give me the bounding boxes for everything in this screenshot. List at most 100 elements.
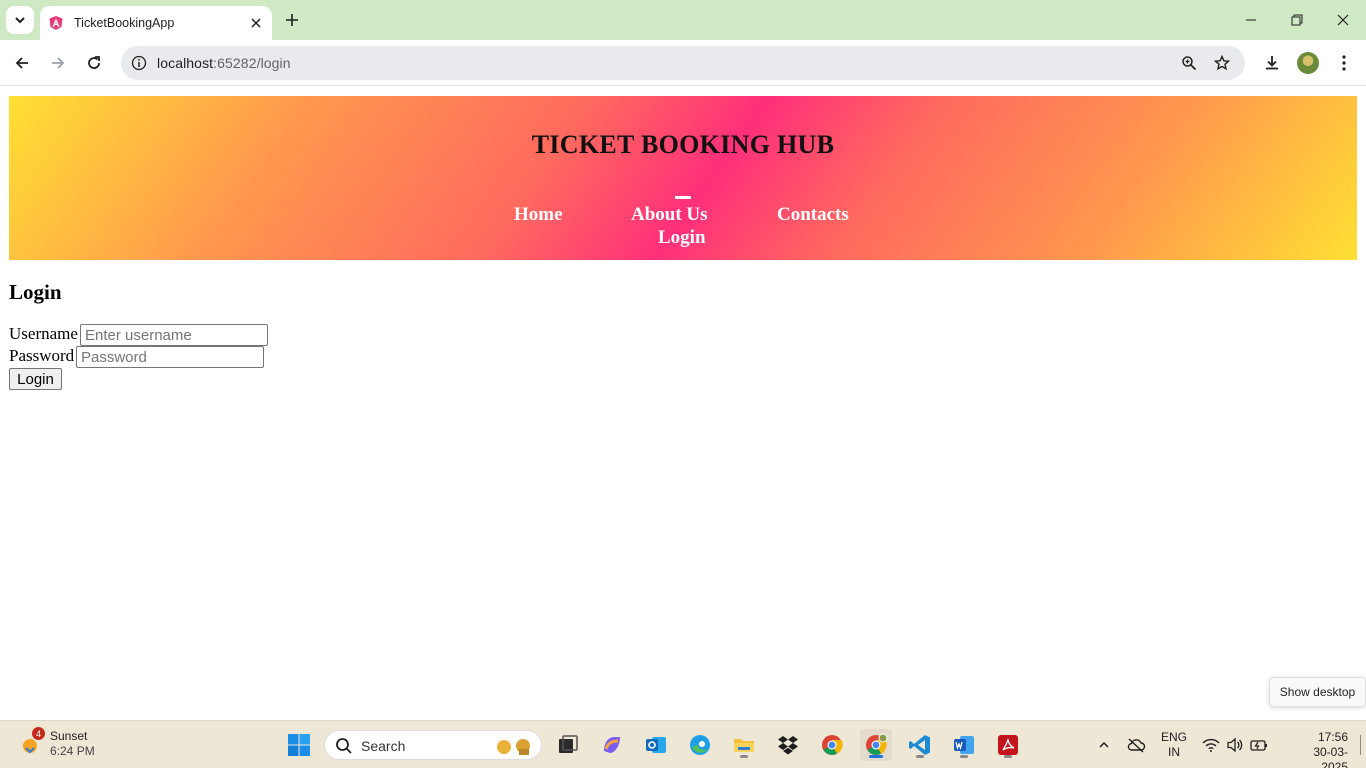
show-desktop-tooltip: Show desktop [1269, 677, 1366, 707]
restore-button[interactable] [1282, 6, 1312, 34]
restore-icon [1291, 14, 1303, 26]
nav-link-contacts[interactable]: Contacts [777, 204, 849, 226]
folder-icon [734, 739, 754, 752]
url-text: localhost:65282/login [157, 55, 291, 71]
weather-text: Sunset 6:24 PM [50, 729, 95, 759]
vscode-icon [909, 735, 930, 755]
chevron-down-icon [15, 17, 25, 24]
star-icon [1214, 55, 1230, 71]
active-indicator [869, 755, 883, 758]
search-icon [336, 738, 352, 754]
site-title: TICKET BOOKING HUB [531, 130, 835, 159]
browser-tab-active[interactable]: TicketBookingApp [40, 6, 272, 40]
minimize-icon [1246, 19, 1256, 21]
edge-app[interactable] [684, 729, 716, 761]
username-input[interactable] [80, 324, 268, 346]
volume-tray[interactable] [1224, 734, 1246, 756]
tab-close-button[interactable] [248, 15, 264, 31]
url-path: :65282/login [213, 55, 291, 71]
language-indicator[interactable]: ENG IN [1160, 730, 1188, 760]
wifi-icon [1202, 738, 1220, 752]
copilot-app[interactable] [596, 729, 628, 761]
notification-badge: 4 [32, 727, 45, 740]
forward-button[interactable] [44, 49, 72, 77]
language-code: ENG [1160, 730, 1187, 744]
close-window-button[interactable] [1328, 6, 1358, 34]
outlook-app[interactable] [640, 729, 672, 761]
show-desktop-button[interactable] [1360, 735, 1361, 755]
word-app[interactable] [948, 729, 980, 761]
download-icon [1266, 56, 1278, 70]
minimize-button[interactable] [1236, 6, 1266, 34]
profile-button[interactable] [1294, 49, 1322, 77]
vscode-app[interactable] [904, 729, 936, 761]
arrow-right-icon [52, 57, 65, 69]
taskbar-search[interactable]: Search [324, 730, 542, 760]
task-view-icon [559, 735, 578, 753]
nav-link-about-us[interactable]: About Us [631, 204, 708, 226]
chevron-up-icon [1099, 741, 1109, 748]
cloud-offline-icon [1127, 738, 1146, 753]
new-tab-button[interactable] [280, 8, 304, 32]
show-hidden-icons-button[interactable] [1093, 734, 1115, 756]
site-info-icon [131, 55, 147, 71]
address-bar[interactable]: localhost:65282/login [121, 46, 1245, 80]
clock-time: 17:56 [1317, 730, 1348, 744]
start-button[interactable] [283, 729, 315, 761]
running-indicator [960, 755, 968, 758]
nav-link-home[interactable]: Home [514, 204, 563, 226]
browser-toolbar: localhost:65282/login [0, 40, 1366, 86]
taskbar-clock[interactable]: 17:56 30-03-2025 [1304, 730, 1348, 768]
chrome-profile-app-active[interactable] [860, 729, 892, 761]
dropbox-icon [778, 736, 798, 755]
running-indicator [1004, 755, 1012, 758]
running-indicator [916, 755, 924, 758]
chrome-app[interactable] [816, 729, 848, 761]
dropbox-app[interactable] [772, 729, 804, 761]
arrow-left-icon [15, 57, 28, 69]
reload-icon [88, 56, 100, 69]
browser-tab-bar: TicketBookingApp [0, 0, 1366, 40]
running-indicator [740, 755, 748, 758]
file-explorer-app[interactable] [728, 729, 760, 761]
windows-logo-icon [288, 734, 310, 756]
login-heading: Login [9, 280, 62, 304]
taskbar: 4 Sunset 6:24 PM Search ENG IN 17:56 30-… [0, 720, 1366, 768]
username-label: Username [9, 324, 78, 343]
plus-icon [286, 14, 298, 26]
bookmark-button[interactable] [1212, 53, 1232, 73]
wifi-tray[interactable] [1200, 734, 1222, 756]
reload-button[interactable] [80, 49, 108, 77]
password-label: Password [9, 346, 75, 365]
edge-icon [690, 735, 710, 755]
region-code: IN [1168, 745, 1180, 759]
search-highlight-icon [497, 739, 530, 755]
close-icon [251, 18, 261, 28]
nav-link-login[interactable]: Login [658, 227, 706, 249]
site-header: TICKET BOOKING HUB Home About Us Contact… [9, 96, 1357, 260]
password-input[interactable] [76, 346, 264, 368]
kebab-menu-icon [1342, 55, 1346, 71]
battery-tray[interactable] [1248, 734, 1270, 756]
copilot-icon [604, 737, 620, 753]
chrome-icon [866, 733, 888, 755]
acrobat-app[interactable] [992, 729, 1024, 761]
tab-title: TicketBookingApp [74, 16, 175, 30]
onedrive-tray[interactable] [1125, 734, 1147, 756]
avatar [1297, 52, 1319, 74]
browser-menu-button[interactable] [1330, 49, 1358, 77]
battery-charging-icon [1250, 740, 1267, 751]
tab-search-button[interactable] [6, 6, 34, 34]
search-label: Search [361, 738, 406, 754]
angular-favicon-icon [49, 16, 63, 30]
word-icon [954, 736, 974, 754]
login-submit-button[interactable]: Login [9, 368, 62, 390]
back-button[interactable] [8, 49, 36, 77]
volume-icon [1227, 737, 1243, 753]
outlook-icon [646, 737, 666, 753]
nav-marker [675, 196, 691, 199]
site-info-button[interactable] [129, 53, 149, 73]
downloads-button[interactable] [1258, 49, 1286, 77]
task-view-button[interactable] [552, 729, 584, 761]
zoom-button[interactable] [1179, 53, 1199, 73]
